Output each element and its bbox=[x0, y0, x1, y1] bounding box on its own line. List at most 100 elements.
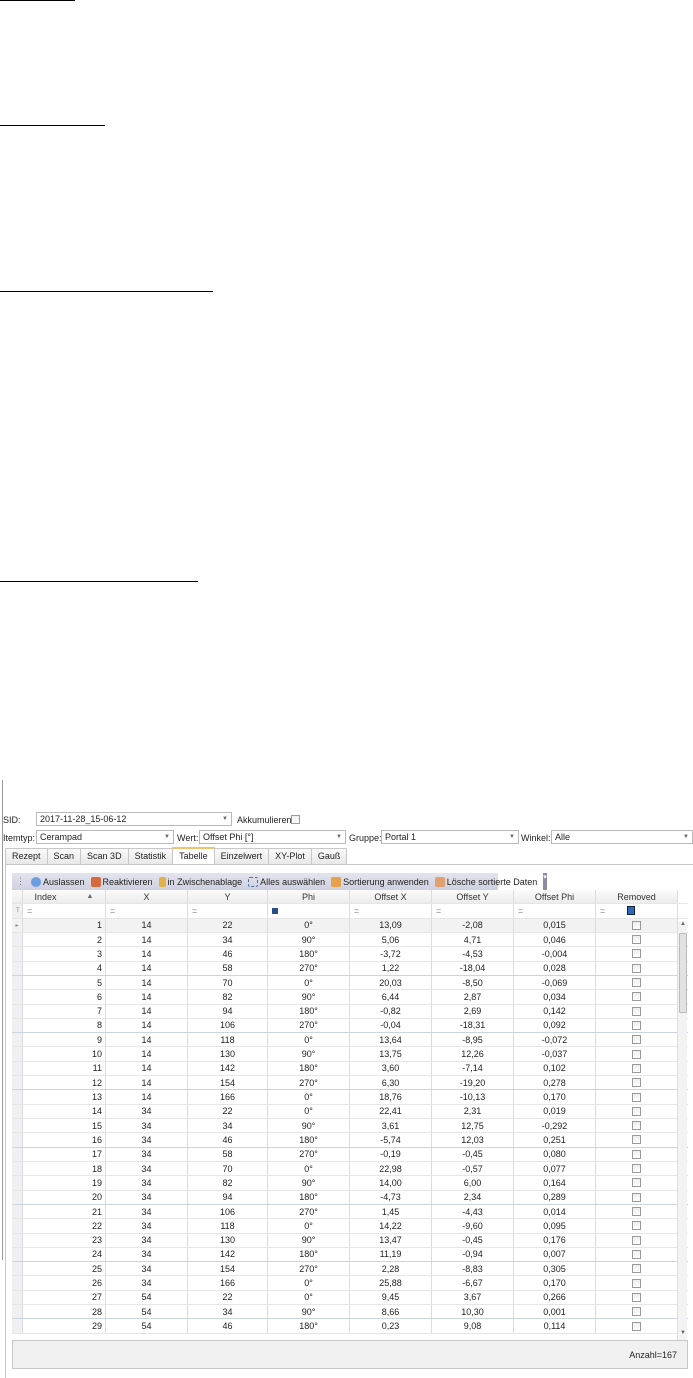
splitter[interactable] bbox=[2, 780, 3, 1260]
removed-checkbox[interactable] bbox=[632, 992, 641, 1002]
table-row[interactable]: 3 14 46 180° -3,72 -4,53 -0,004 bbox=[12, 947, 688, 962]
scrollbar-thumb[interactable] bbox=[679, 933, 687, 1013]
filter-y[interactable]: = bbox=[188, 904, 268, 918]
removed-checkbox[interactable] bbox=[632, 935, 641, 945]
removed-checkbox[interactable] bbox=[632, 1035, 641, 1045]
row-indicator[interactable] bbox=[12, 932, 23, 947]
table-row[interactable]: 26 34 166 0° 25,88 -6,67 0,170 bbox=[12, 1276, 688, 1291]
table-row[interactable]: ▸ 1 14 22 0° 13,09 -2,08 0,015 bbox=[12, 918, 688, 933]
row-indicator[interactable] bbox=[12, 1104, 23, 1118]
table-row[interactable]: 19 34 82 90° 14,00 6,00 0,164 bbox=[12, 1176, 688, 1191]
row-indicator[interactable] bbox=[12, 1033, 23, 1047]
filter-offset-y[interactable]: = bbox=[432, 904, 514, 918]
row-indicator[interactable] bbox=[12, 1247, 23, 1262]
removed-checkbox[interactable] bbox=[632, 1307, 641, 1317]
filter-offset-x[interactable]: = bbox=[350, 904, 432, 918]
row-indicator[interactable] bbox=[12, 1047, 23, 1061]
removed-checkbox[interactable] bbox=[632, 1006, 641, 1016]
table-row[interactable]: 13 14 166 0° 18,76 -10,13 0,170 bbox=[12, 1090, 688, 1105]
winkel-combo[interactable]: Alle ▼ bbox=[551, 830, 693, 844]
filter-x[interactable]: = bbox=[106, 904, 188, 918]
table-row[interactable]: 28 54 34 90° 8,66 10,30 0,001 bbox=[12, 1305, 688, 1320]
removed-checkbox[interactable] bbox=[632, 1135, 641, 1145]
row-indicator[interactable] bbox=[12, 990, 23, 1004]
table-row[interactable]: 5 14 70 0° 20,03 -8,50 -0,069 bbox=[12, 975, 688, 991]
row-indicator[interactable] bbox=[12, 1233, 23, 1247]
table-row[interactable]: 4 14 58 270° 1,22 -18,04 0,028 bbox=[12, 961, 688, 976]
row-indicator[interactable] bbox=[12, 1061, 23, 1076]
row-indicator[interactable] bbox=[12, 1090, 23, 1104]
table-row[interactable]: 17 34 58 270° -0,19 -0,45 0,080 bbox=[12, 1147, 688, 1162]
itemtyp-combo[interactable]: Cerampad ▼ bbox=[36, 830, 174, 844]
table-row[interactable]: 27 54 22 0° 9,45 3,67 0,266 bbox=[12, 1290, 688, 1306]
removed-checkbox[interactable] bbox=[632, 1221, 641, 1231]
toolbar-overflow-button[interactable]: ▾ bbox=[543, 873, 547, 890]
toolbar-grip-icon[interactable]: ⋮ bbox=[16, 876, 25, 887]
removed-checkbox[interactable] bbox=[632, 963, 641, 973]
row-indicator[interactable] bbox=[12, 1190, 23, 1204]
row-indicator[interactable] bbox=[12, 1276, 23, 1290]
scroll-up-icon[interactable]: ▲ bbox=[680, 921, 686, 927]
removed-checkbox[interactable] bbox=[632, 1020, 641, 1030]
table-row[interactable]: 25 34 154 270° 2,28 -8,83 0,305 bbox=[12, 1262, 688, 1277]
zwischenablage-button[interactable]: in Zwischenablage bbox=[158, 876, 242, 887]
row-indicator[interactable] bbox=[12, 961, 23, 975]
row-indicator[interactable] bbox=[12, 1319, 23, 1333]
table-row[interactable]: 24 34 142 180° 11,19 -0,94 0,007 bbox=[12, 1247, 688, 1263]
table-row[interactable]: 21 34 106 270° 1,45 -4,43 0,014 bbox=[12, 1204, 688, 1220]
removed-checkbox[interactable] bbox=[632, 1121, 641, 1131]
column-header-x[interactable]: X bbox=[106, 890, 188, 904]
removed-checkbox[interactable] bbox=[632, 1063, 641, 1073]
loesche-sortierte-daten-button[interactable]: Lösche sortierte Daten bbox=[434, 876, 537, 887]
row-indicator[interactable] bbox=[12, 975, 23, 990]
table-row[interactable]: 12 14 154 270° 6,30 -19,20 0,278 bbox=[12, 1076, 688, 1091]
table-row[interactable]: 9 14 118 0° 13,64 -8,95 -0,072 bbox=[12, 1033, 688, 1048]
removed-checkbox[interactable] bbox=[632, 1278, 641, 1288]
sid-combo[interactable]: 2017-11-28_15-06-12 ▼ bbox=[36, 812, 232, 826]
column-header-phi[interactable]: Phi bbox=[268, 890, 350, 904]
table-row[interactable]: 15 34 34 90° 3,61 12,75 -0,292 bbox=[12, 1119, 688, 1134]
table-row[interactable]: 8 14 106 270° -0,04 -18,31 0,092 bbox=[12, 1018, 688, 1034]
table-row[interactable]: 11 14 142 180° 3,60 -7,14 0,102 bbox=[12, 1061, 688, 1077]
vertical-scrollbar[interactable]: ▲ ▼ bbox=[677, 921, 687, 1340]
column-header-offset-phi[interactable]: Offset Phi bbox=[514, 890, 596, 904]
tab-scan[interactable]: Scan bbox=[46, 848, 82, 864]
table-row[interactable]: 23 34 130 90° 13,47 -0,45 0,176 bbox=[12, 1233, 688, 1248]
removed-checkbox[interactable] bbox=[632, 1249, 641, 1259]
removed-checkbox[interactable] bbox=[632, 1106, 641, 1116]
alles-auswaehlen-button[interactable]: Alles auswählen bbox=[248, 876, 325, 887]
removed-checkbox[interactable] bbox=[632, 1207, 641, 1217]
row-indicator[interactable] bbox=[12, 1305, 23, 1319]
tab-tabelle[interactable]: Tabelle bbox=[172, 847, 215, 864]
row-indicator[interactable] bbox=[12, 1076, 23, 1090]
scroll-down-icon[interactable]: ▼ bbox=[680, 1330, 686, 1336]
akkumulieren-checkbox[interactable] bbox=[291, 815, 300, 824]
row-indicator[interactable] bbox=[12, 1119, 23, 1133]
table-row[interactable]: 22 34 118 0° 14,22 -9,60 0,095 bbox=[12, 1219, 688, 1234]
removed-checkbox[interactable] bbox=[632, 1321, 641, 1331]
filter-offset-phi[interactable]: = bbox=[514, 904, 596, 918]
tab-gauss[interactable]: Gauß bbox=[310, 848, 348, 864]
row-indicator[interactable] bbox=[12, 1161, 23, 1176]
table-row[interactable]: 2 14 34 90° 5,06 4,71 0,046 bbox=[12, 932, 688, 948]
tab-xy-plot[interactable]: XY-Plot bbox=[268, 848, 312, 864]
tab-scan-3d[interactable]: Scan 3D bbox=[80, 848, 129, 864]
removed-checkbox[interactable] bbox=[632, 1292, 641, 1302]
table-row[interactable]: 10 14 130 90° 13,75 12,26 -0,037 bbox=[12, 1047, 688, 1062]
removed-checkbox[interactable] bbox=[632, 920, 641, 930]
auslassen-button[interactable]: Auslassen bbox=[31, 876, 85, 887]
removed-checkbox[interactable] bbox=[632, 1049, 641, 1059]
column-header-removed[interactable]: Removed bbox=[596, 890, 678, 904]
table-row[interactable]: 18 34 70 0° 22,98 -0,57 0,077 bbox=[12, 1161, 688, 1177]
table-row[interactable]: 6 14 82 90° 6,44 2,87 0,034 bbox=[12, 990, 688, 1005]
tab-statistik[interactable]: Statistik bbox=[127, 848, 174, 864]
removed-checkbox[interactable] bbox=[632, 1235, 641, 1245]
removed-checkbox[interactable] bbox=[632, 1192, 641, 1202]
wert-combo[interactable]: Offset Phi [°] ▼ bbox=[199, 830, 346, 844]
removed-checkbox[interactable] bbox=[632, 1178, 641, 1188]
row-indicator[interactable] bbox=[12, 1147, 23, 1161]
row-indicator[interactable]: ▸ bbox=[12, 918, 23, 932]
column-header-y[interactable]: Y bbox=[188, 890, 268, 904]
removed-checkbox[interactable] bbox=[632, 949, 641, 959]
row-indicator[interactable] bbox=[12, 1018, 23, 1033]
